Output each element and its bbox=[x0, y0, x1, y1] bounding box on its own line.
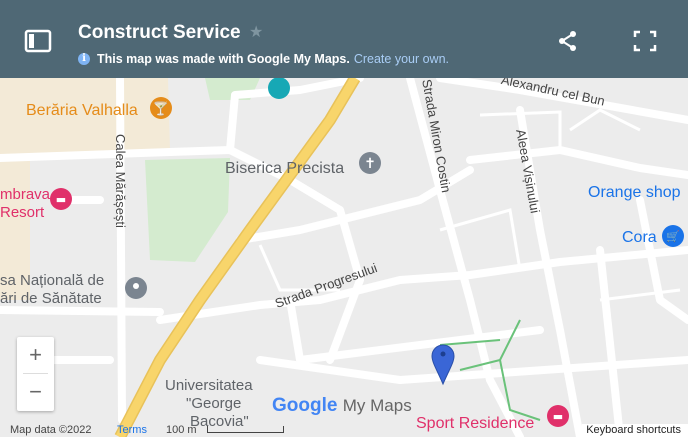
star-icon[interactable]: ★ bbox=[249, 22, 263, 42]
zoom-divider bbox=[23, 373, 48, 374]
label-universitatea-1[interactable]: Universitatea bbox=[165, 377, 253, 394]
google-logo: Google My Maps bbox=[272, 395, 412, 417]
label-universitatea-2[interactable]: "George bbox=[186, 395, 241, 412]
keyboard-shortcuts-link[interactable]: Keyboard shortcuts bbox=[582, 424, 688, 437]
map-subtitle: i This map was made with Google My Maps.… bbox=[78, 52, 449, 66]
label-dumbrava-1[interactable]: mbrava bbox=[0, 186, 50, 203]
museum-poi-icon bbox=[268, 77, 290, 99]
map-title: Construct Service bbox=[78, 22, 241, 43]
svg-text:🛒: 🛒 bbox=[666, 230, 680, 243]
zoom-control: + − bbox=[17, 337, 54, 411]
share-button[interactable] bbox=[557, 30, 579, 52]
sidebar-toggle-button[interactable] bbox=[24, 29, 52, 53]
google-wordmark: Google bbox=[272, 395, 338, 416]
info-icon: i bbox=[78, 53, 90, 65]
zoom-in-button[interactable]: + bbox=[17, 337, 54, 374]
label-dumbrava-2[interactable]: Resort bbox=[0, 204, 44, 221]
svg-text:🍸: 🍸 bbox=[153, 100, 169, 117]
fullscreen-button[interactable] bbox=[633, 30, 657, 52]
svg-text:✝: ✝ bbox=[364, 156, 376, 172]
svg-text:▬: ▬ bbox=[56, 193, 66, 206]
label-casa-2[interactable]: ări de Sănătate bbox=[0, 290, 102, 307]
scale-bar bbox=[207, 426, 284, 433]
label-cora[interactable]: Cora bbox=[622, 229, 657, 247]
create-your-own-link[interactable]: Create your own. bbox=[354, 52, 449, 66]
label-orange-shop[interactable]: Orange shop bbox=[588, 184, 681, 202]
mymaps-wordmark: My Maps bbox=[342, 396, 412, 415]
zoom-out-button[interactable]: − bbox=[17, 374, 54, 411]
subtitle-text: This map was made with Google My Maps. bbox=[97, 52, 350, 66]
label-biserica[interactable]: Biserica Precista bbox=[225, 160, 344, 178]
svg-text:▬: ▬ bbox=[553, 410, 563, 423]
terms-link[interactable]: Terms bbox=[117, 424, 147, 436]
map-data-attribution: Map data ©2022 bbox=[10, 424, 92, 436]
map-header: Construct Service ★ i This map was made … bbox=[0, 0, 688, 78]
label-beraria[interactable]: Berăria Valhalla bbox=[26, 102, 138, 120]
sidebar-icon bbox=[24, 29, 52, 53]
label-calea-marasesti: Calea Mărășești bbox=[113, 134, 128, 228]
label-casa-1[interactable]: sa Națională de bbox=[0, 272, 104, 289]
fullscreen-icon bbox=[633, 30, 657, 52]
scale-label[interactable]: 100 m bbox=[166, 424, 197, 436]
share-icon bbox=[559, 31, 576, 51]
